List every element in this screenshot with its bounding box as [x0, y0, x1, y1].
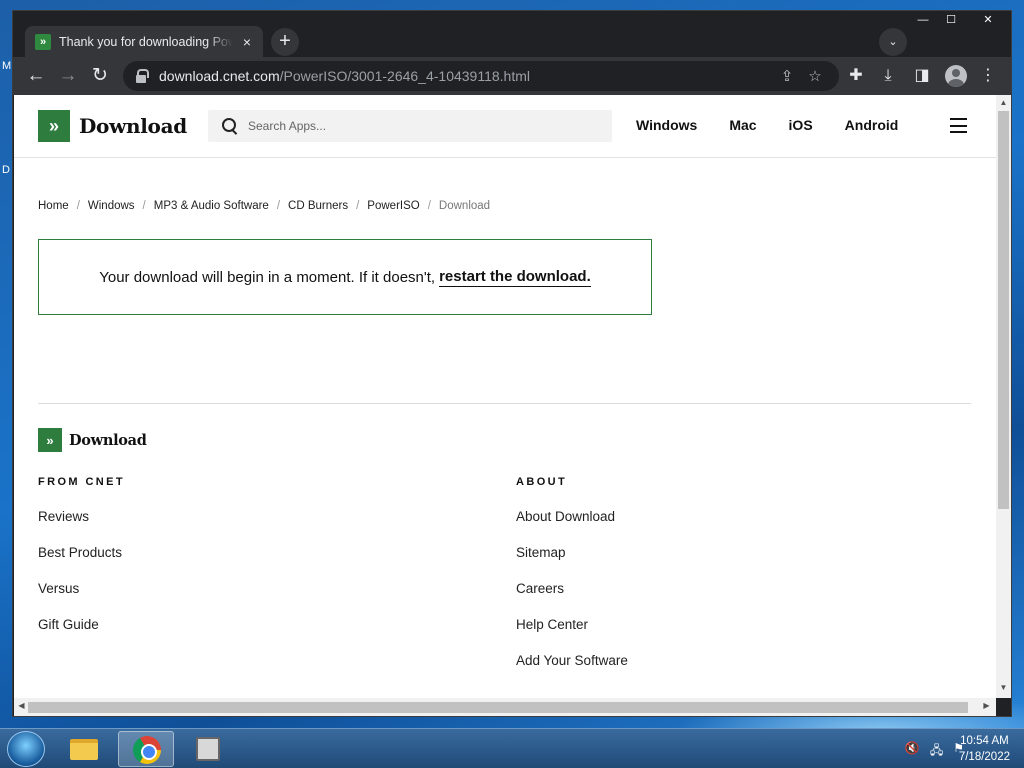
reload-button[interactable]: ↻ — [87, 63, 113, 89]
search-icon[interactable] — [222, 118, 238, 134]
system-tray: 🔇 🖧 ⚑ — [895, 741, 964, 762]
scroll-left-arrow-icon[interactable]: ◀ — [14, 701, 29, 710]
footer-link-versus[interactable]: Versus — [38, 581, 125, 617]
restart-download-link[interactable]: restart the download. — [439, 268, 591, 287]
new-tab-button[interactable]: + — [271, 28, 299, 56]
hamburger-menu-icon[interactable] — [950, 118, 967, 133]
scroll-up-arrow-icon[interactable]: ▲ — [996, 98, 1011, 107]
horizontal-scroll-thumb[interactable] — [28, 702, 968, 713]
page-viewport: » Download Windows Mac iOS Android Home/… — [14, 95, 996, 698]
footer-logo[interactable]: » Download — [38, 428, 147, 452]
breadcrumb-windows[interactable]: Windows — [88, 200, 135, 212]
volume-muted-icon[interactable]: 🔇 — [905, 741, 920, 762]
footer-link-sitemap[interactable]: Sitemap — [516, 545, 628, 581]
browser-toolbar: ← → ↻ download.cnet.com/PowerISO/3001-26… — [13, 57, 1011, 95]
folder-icon — [70, 739, 98, 760]
share-icon[interactable]: ⇪ — [773, 67, 801, 85]
horizontal-scrollbar[interactable]: ◀ ▶ — [14, 698, 996, 716]
back-button[interactable]: ← — [23, 63, 49, 89]
tab-close-icon[interactable]: × — [239, 34, 255, 50]
breadcrumb-current: Download — [438, 200, 491, 212]
download-favicon-icon: » — [35, 33, 51, 50]
taskbar-explorer[interactable] — [56, 731, 112, 767]
footer-link-best-products[interactable]: Best Products — [38, 545, 125, 581]
breadcrumb-home[interactable]: Home — [38, 200, 69, 212]
scroll-down-arrow-icon[interactable]: ▼ — [996, 683, 1011, 692]
nav-mac[interactable]: Mac — [729, 117, 756, 133]
footer-link-help-center[interactable]: Help Center — [516, 617, 628, 653]
windows-taskbar: 🔇 🖧 ⚑ 10:54 AM 7/18/2022 — [0, 728, 1024, 768]
platform-nav: Windows Mac iOS Android — [636, 117, 930, 133]
footer-heading: FROM CNET — [38, 476, 125, 488]
vertical-scroll-thumb[interactable] — [998, 111, 1009, 509]
tab-strip: » Thank you for downloading PowerISO × +… — [13, 11, 1011, 57]
maximize-button[interactable]: ☐ — [937, 11, 965, 29]
nav-android[interactable]: Android — [845, 117, 899, 133]
nav-windows[interactable]: Windows — [636, 117, 697, 133]
taskbar-chrome[interactable] — [118, 731, 174, 767]
minimize-button[interactable]: — — [909, 11, 937, 29]
site-logo[interactable]: » Download — [38, 110, 187, 142]
browser-tab[interactable]: » Thank you for downloading PowerISO × — [25, 26, 263, 57]
vertical-scrollbar[interactable]: ▲ ▼ — [996, 95, 1011, 698]
start-button[interactable] — [7, 731, 45, 767]
breadcrumb-poweriso[interactable]: PowerISO — [367, 200, 419, 212]
footer-link-careers[interactable]: Careers — [516, 581, 628, 617]
footer-about: ABOUT About Download Sitemap Careers Hel… — [516, 476, 628, 689]
footer-link-add-software[interactable]: Add Your Software — [516, 653, 628, 689]
disc-drive-icon — [196, 737, 220, 761]
footer-link-reviews[interactable]: Reviews — [38, 509, 125, 545]
logo-text: Download — [79, 114, 187, 138]
forward-button[interactable]: → — [55, 63, 81, 89]
breadcrumb-cd-burners[interactable]: CD Burners — [288, 200, 348, 212]
taskbar-clock[interactable]: 10:54 AM 7/18/2022 — [959, 733, 1010, 765]
footer-heading: ABOUT — [516, 476, 568, 488]
tab-title: Thank you for downloading PowerISO — [59, 34, 233, 49]
downloads-icon[interactable]: ⤓ — [877, 65, 899, 87]
chrome-icon — [133, 736, 161, 764]
tab-search-button[interactable]: ⌄ — [879, 28, 907, 56]
search-input[interactable] — [248, 119, 588, 133]
bookmark-star-icon[interactable]: ☆ — [801, 67, 829, 85]
side-panel-icon[interactable]: ◨ — [911, 65, 933, 87]
desktop-icon-fragment: D — [2, 164, 10, 176]
window-controls: — ☐ ✕ — [909, 11, 1011, 29]
scroll-right-arrow-icon[interactable]: ▶ — [979, 701, 994, 710]
download-notice: Your download will begin in a moment. If… — [38, 239, 652, 315]
clock-time: 10:54 AM — [960, 735, 1009, 747]
breadcrumb: Home / Windows / MP3 & Audio Software / CD … — [38, 200, 491, 212]
extensions-puzzle-icon[interactable]: ✚ — [845, 65, 867, 87]
search-box[interactable] — [208, 110, 612, 142]
chrome-window: » Thank you for downloading PowerISO × +… — [12, 10, 1012, 717]
network-icon[interactable]: 🖧 — [930, 741, 943, 762]
download-logo-icon: » — [38, 110, 70, 142]
footer-from-cnet: FROM CNET Reviews Best Products Versus G… — [38, 476, 125, 653]
footer-logo-text: Download — [69, 431, 147, 449]
footer-divider — [38, 403, 971, 404]
breadcrumb-mp3-audio[interactable]: MP3 & Audio Software — [154, 200, 269, 212]
download-logo-icon: » — [38, 428, 62, 452]
close-window-button[interactable]: ✕ — [965, 11, 1011, 29]
footer-link-gift-guide[interactable]: Gift Guide — [38, 617, 125, 653]
menu-kebab-icon[interactable]: ⋮ — [977, 65, 999, 87]
clock-date: 7/18/2022 — [958, 751, 1010, 763]
notice-text: Your download will begin in a moment. If… — [99, 268, 436, 286]
nav-ios[interactable]: iOS — [789, 117, 813, 133]
footer-link-about-download[interactable]: About Download — [516, 509, 628, 545]
site-header: » Download Windows Mac iOS Android — [14, 95, 996, 158]
taskbar-disc-app[interactable] — [180, 731, 236, 767]
lock-icon[interactable] — [135, 69, 149, 83]
url-text[interactable]: download.cnet.com/PowerISO/3001-2646_4-1… — [159, 68, 773, 84]
desktop-icon-fragment: M — [2, 60, 12, 72]
profile-avatar-icon[interactable] — [945, 65, 967, 87]
address-bar[interactable]: download.cnet.com/PowerISO/3001-2646_4-1… — [123, 61, 839, 91]
